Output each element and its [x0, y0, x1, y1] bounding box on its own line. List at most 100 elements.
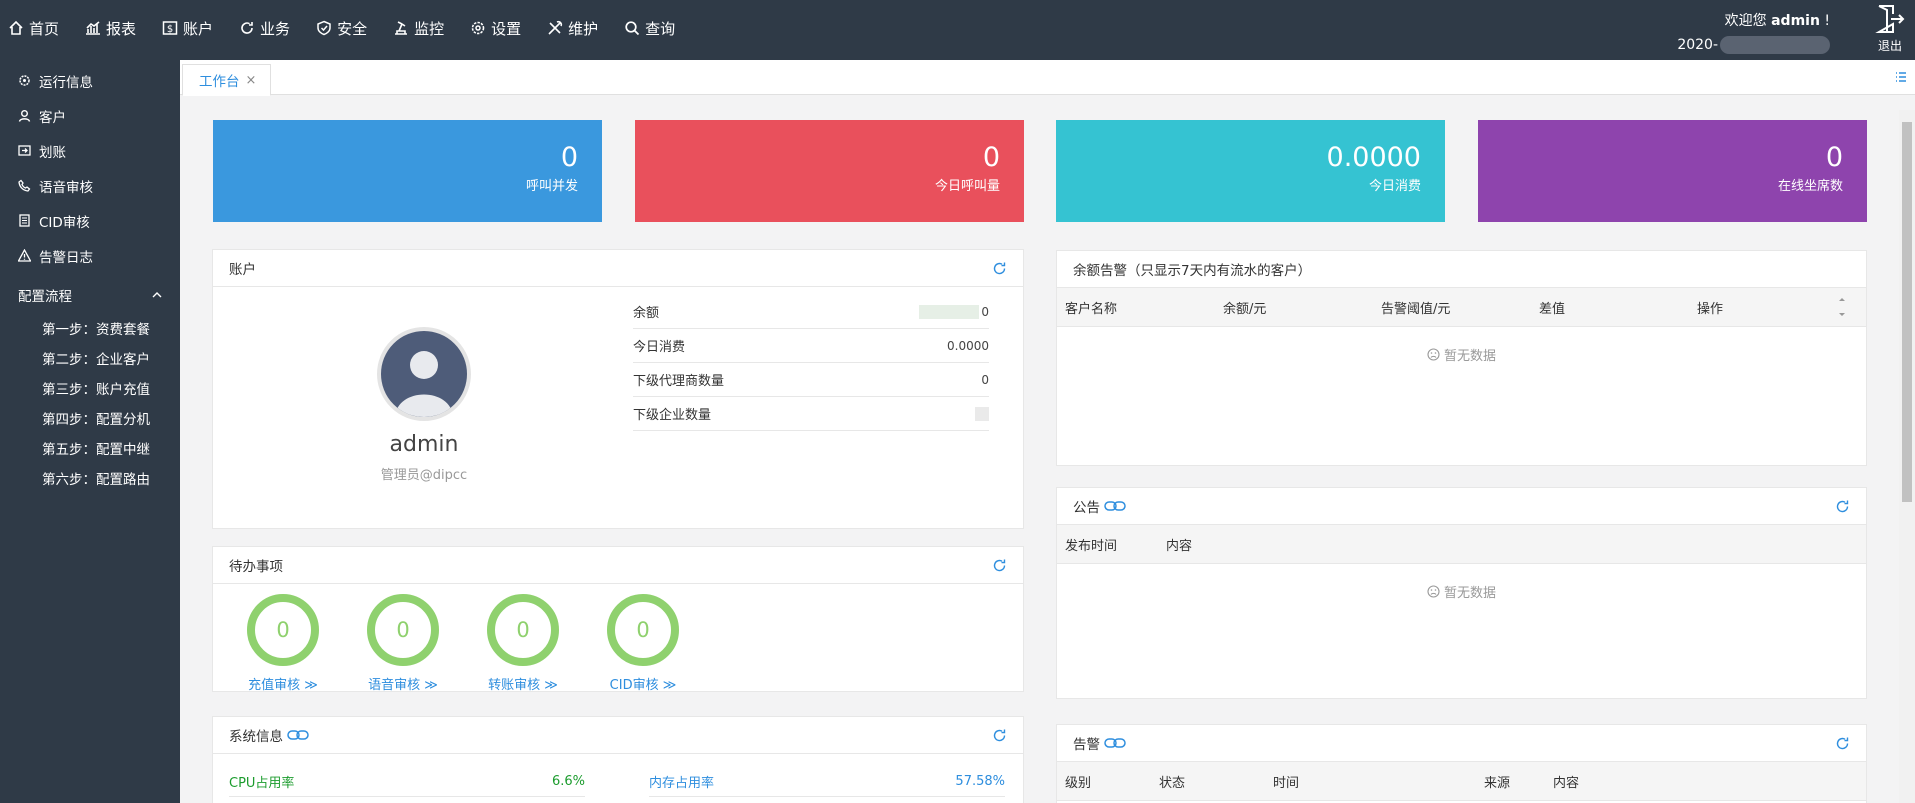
sidebar-item-label: 划账	[39, 144, 66, 161]
sidebar-item-transfer[interactable]: 划账	[0, 133, 180, 168]
topnav-settings[interactable]: 设置	[470, 18, 521, 39]
sort-icon[interactable]	[1837, 295, 1847, 319]
topnav-query[interactable]: 查询	[624, 18, 675, 39]
panel-header: 系统信息	[213, 717, 1023, 754]
topnav-maintenance[interactable]: 维护	[547, 18, 598, 39]
stat-value: 0	[982, 142, 1000, 173]
link-icon[interactable]	[1104, 500, 1126, 512]
sidebar-sub-step-5[interactable]: 第五步：配置中继	[0, 435, 180, 465]
topnav-label: 安全	[337, 19, 368, 38]
account-row-agent-count: 下级代理商数量 0	[633, 363, 989, 397]
user-icon	[18, 110, 31, 122]
topnav-label: 业务	[260, 19, 291, 38]
sidebar-item-alarm-log[interactable]: 告警日志	[0, 238, 180, 273]
todo-link[interactable]: 语音审核 ≫	[358, 674, 448, 693]
column-header[interactable]: 余额/元	[1223, 298, 1381, 317]
refresh-icon[interactable]	[992, 558, 1007, 573]
sidebar-sub-step-4[interactable]: 第四步：配置分机	[0, 405, 180, 435]
table-header: 客户名称 余额/元 告警阈值/元 差值 操作	[1057, 288, 1866, 327]
sidebar-item-run-info[interactable]: 运行信息	[0, 63, 180, 98]
chevron-up-icon	[152, 292, 162, 298]
topnav-label: 查询	[645, 19, 676, 38]
sidebar-item-voice-review[interactable]: 语音审核	[0, 168, 180, 203]
sidebar-sub-step-6[interactable]: 第六步：配置路由	[0, 465, 180, 495]
sidebar-item-cid-review[interactable]: CID审核	[0, 203, 180, 238]
account-info-list: 余额 0 今日消费 0.0000 下级代理商数量 0 下级企业数量	[633, 295, 989, 431]
column-header[interactable]: 级别	[1065, 772, 1159, 791]
panel-header: 告警	[1057, 725, 1866, 762]
topnav-security[interactable]: 安全	[316, 18, 367, 39]
sidebar-sub-step-3[interactable]: 第三步：账户充值	[0, 375, 180, 405]
top-bar: 首页 报表 $ 账户 业务 安全 监控 设置 维护 查询 欢迎您 admin !…	[0, 0, 1915, 60]
panel-header: 账户	[213, 250, 1023, 287]
topnav-monitor[interactable]: 监控	[393, 18, 444, 39]
scrollbar-thumb[interactable]	[1902, 122, 1912, 502]
cpu-label: CPU占用率	[229, 776, 295, 791]
panel-title: 余额告警（只显示7天内有流水的客户）	[1073, 263, 1312, 279]
stat-label: 呼叫并发	[525, 179, 578, 194]
content-scrollbar[interactable]	[1899, 110, 1915, 803]
wrench-icon	[548, 20, 563, 35]
refresh-icon[interactable]	[1835, 736, 1850, 751]
column-header[interactable]: 状态	[1159, 772, 1273, 791]
stat-card-today-spend: 0.0000 今日消费	[1056, 120, 1445, 222]
stat-label: 今日呼叫量	[934, 179, 1000, 194]
row-value: 0.0000	[947, 338, 989, 353]
panel-title: 系统信息	[229, 729, 283, 745]
link-icon[interactable]	[1104, 737, 1126, 749]
panel-title: 待办事项	[229, 559, 283, 575]
column-header[interactable]: 差值	[1539, 298, 1697, 317]
transfer-icon	[18, 145, 31, 156]
list-menu-icon[interactable]	[1895, 71, 1907, 83]
stat-card-today-calls: 0 今日呼叫量	[635, 120, 1024, 222]
topnav-home[interactable]: 首页	[8, 18, 59, 39]
topnav-account[interactable]: $ 账户	[162, 18, 213, 39]
column-header[interactable]: 客户名称	[1065, 298, 1223, 317]
tab-workbench[interactable]: 工作台 ×	[182, 64, 272, 96]
column-header[interactable]: 操作	[1697, 298, 1837, 317]
login-date: 2020-	[1677, 36, 1830, 54]
column-header[interactable]: 来源	[1484, 772, 1553, 791]
todo-count: 0	[607, 594, 679, 666]
column-header[interactable]: 发布时间	[1065, 535, 1166, 554]
sidebar-item-customer[interactable]: 客户	[0, 98, 180, 133]
topnav-business[interactable]: 业务	[239, 18, 290, 39]
refresh-icon[interactable]	[1835, 499, 1850, 514]
column-header[interactable]: 内容	[1166, 535, 1192, 554]
table-header: 级别 状态 时间 来源 内容	[1057, 762, 1866, 801]
todo-link[interactable]: 转账审核 ≫	[478, 674, 568, 693]
gear-icon	[471, 21, 485, 35]
column-header[interactable]: 内容	[1553, 772, 1579, 791]
empty-text: 暂无数据	[1443, 349, 1496, 364]
refresh-cycle-icon	[241, 22, 253, 34]
refresh-icon[interactable]	[992, 261, 1007, 276]
topnav-report[interactable]: 报表	[85, 18, 136, 39]
logout-button[interactable]: 退出	[1873, 4, 1907, 54]
todo-link[interactable]: CID审核 ≫	[598, 674, 688, 693]
user-avatar-icon	[395, 351, 453, 417]
close-icon[interactable]: ×	[246, 73, 257, 88]
panel-header: 余额告警（只显示7天内有流水的客户）	[1057, 251, 1866, 288]
stat-label: 在线坐席数	[1777, 179, 1843, 194]
top-nav: 首页 报表 $ 账户 业务 安全 监控 设置 维护 查询	[8, 0, 701, 56]
stat-card-concurrent-calls: 0 呼叫并发	[213, 120, 602, 222]
sidebar-sub-step-1[interactable]: 第一步：资费套餐	[0, 315, 180, 345]
sidebar-group-config-flow[interactable]: 配置流程	[0, 275, 180, 315]
account-role: 管理员@dipcc	[380, 468, 468, 483]
topnav-label: 设置	[491, 19, 522, 38]
column-header[interactable]: 告警阈值/元	[1381, 298, 1539, 317]
todo-link[interactable]: 充值审核 ≫	[238, 674, 328, 693]
empty-state: 暂无数据	[1057, 582, 1866, 601]
refresh-icon[interactable]	[992, 728, 1007, 743]
date-prefix: 2020-	[1677, 37, 1718, 53]
logout-label: 退出	[1877, 39, 1902, 53]
row-value-wrap	[975, 406, 989, 421]
column-header[interactable]: 时间	[1273, 772, 1484, 791]
sidebar-sub-step-2[interactable]: 第二步：企业客户	[0, 345, 180, 375]
row-value: 0	[981, 372, 989, 387]
search-icon	[625, 21, 640, 36]
topnav-label: 报表	[106, 19, 137, 38]
stat-label: 今日消费	[1368, 179, 1421, 194]
todo-panel: 待办事项 0 充值审核 ≫ 0 语音审核 ≫ 0 转账审核 ≫ 0 CID审核 …	[212, 546, 1024, 693]
link-icon[interactable]	[287, 729, 309, 741]
